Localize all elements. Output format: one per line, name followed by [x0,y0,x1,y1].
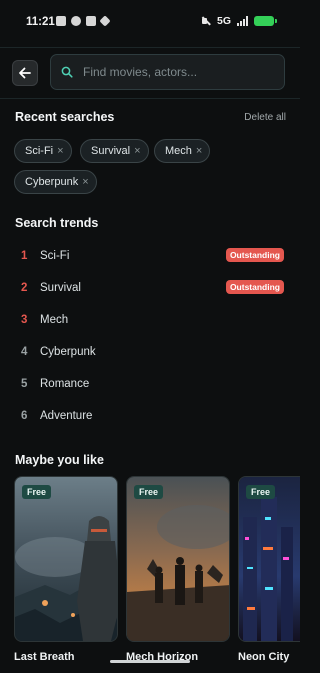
notification-app-icon [56,16,66,26]
diamond-icon [99,15,111,27]
telegram-icon [71,16,81,26]
trend-rank: 5 [21,378,28,390]
trend-name: Sci-Fi [40,250,70,262]
movie-title: Neon City [238,651,290,663]
recent-searches-title: Recent searches [15,110,115,124]
delete-all-button[interactable]: Delete all [244,112,286,123]
close-icon[interactable]: × [196,145,202,157]
close-icon[interactable]: × [57,145,63,157]
free-badge: Free [22,485,52,499]
free-badge: Free [134,485,164,499]
movie-card-mech-horizon[interactable]: Free [126,476,230,642]
trend-rank: 3 [21,314,28,326]
trend-item[interactable]: 6 Adventure [0,407,300,427]
status-time: 11:21 [26,16,55,28]
poster-last-breath [15,477,117,641]
recent-chip-survival[interactable]: Survival × [80,139,149,163]
search-trends-title: Search trends [15,216,99,230]
network-type: 5G [216,15,231,27]
chip-label: Mech [165,145,192,157]
trend-rank: 2 [21,282,28,294]
movie-title: Last Breath [14,651,75,663]
trend-item[interactable]: 3 Mech [0,311,300,331]
recent-chip-cyberpunk[interactable]: Cyberpunk × [14,170,97,194]
status-bar: 11:21 5G [0,0,300,46]
close-icon[interactable]: × [134,145,140,157]
search-box[interactable] [50,54,285,90]
trend-name: Adventure [40,410,93,422]
maybe-you-like-title: Maybe you like [15,453,104,467]
trend-rank: 4 [21,346,28,358]
movie-card-neon-city[interactable]: Free [238,476,300,642]
search-icon [61,66,73,78]
trend-item[interactable]: 5 Romance [0,375,300,395]
poster-neon-city [239,477,300,641]
mute-icon [201,16,211,26]
recent-chip-scifi[interactable]: Sci-Fi × [14,139,72,163]
chip-label: Survival [91,145,131,157]
notification-icons [56,15,111,27]
back-button[interactable] [12,60,38,86]
trend-rank: 6 [21,410,28,422]
app-v-icon [86,16,96,26]
arrow-left-icon [19,67,31,79]
trend-name: Romance [40,378,90,390]
movie-card-last-breath[interactable]: Free [14,476,118,642]
search-input[interactable] [81,64,275,80]
search-header [0,47,300,99]
outstanding-badge: Outstanding [225,280,284,294]
trend-item[interactable]: 4 Cyberpunk [0,343,300,363]
trend-item[interactable]: 2 Survival Outstanding [0,279,300,299]
trend-name: Cyberpunk [40,346,96,358]
trend-rank: 1 [21,250,28,262]
outstanding-badge: Outstanding [225,248,284,262]
poster-mech-horizon [127,477,229,641]
trend-item[interactable]: 1 Sci-Fi Outstanding [0,247,300,267]
system-indicators: 5G [201,15,277,27]
free-badge: Free [246,485,276,499]
battery-icon [254,16,277,26]
close-icon[interactable]: × [82,176,88,188]
trend-name: Mech [40,314,69,326]
chip-label: Sci-Fi [25,145,54,157]
home-indicator[interactable] [110,660,190,663]
recent-chip-mech[interactable]: Mech × [154,139,211,163]
signal-icon [237,16,248,26]
trend-name: Survival [40,282,81,294]
chip-label: Cyberpunk [25,176,79,188]
recommendation-carousel[interactable]: Free Free Free Last Breath Mech Horizon … [14,476,300,666]
